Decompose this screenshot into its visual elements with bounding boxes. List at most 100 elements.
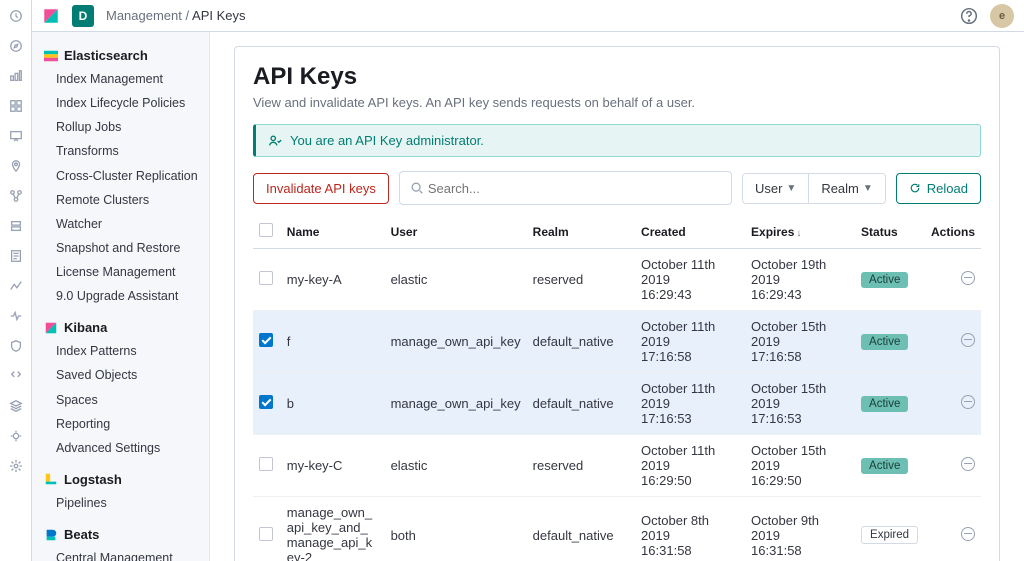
row-checkbox[interactable] xyxy=(259,457,273,471)
sidenav-item[interactable]: Advanced Settings xyxy=(38,436,209,460)
user-avatar[interactable]: e xyxy=(990,4,1014,28)
rail-icon-logs[interactable] xyxy=(8,248,24,264)
row-checkbox[interactable] xyxy=(259,527,273,541)
search-field[interactable] xyxy=(399,171,732,205)
breadcrumb-parent[interactable]: Management xyxy=(106,8,182,23)
rail-icon-monitoring[interactable] xyxy=(8,428,24,444)
rail-icon-canvas[interactable] xyxy=(8,128,24,144)
rail-icon-maps[interactable] xyxy=(8,158,24,174)
invalidate-row-icon[interactable] xyxy=(961,395,975,409)
breadcrumb: Management / API Keys xyxy=(106,8,246,23)
rail-icon-siem[interactable] xyxy=(8,338,24,354)
cell-realm: reserved xyxy=(527,435,635,497)
invalidate-row-icon[interactable] xyxy=(961,271,975,285)
cell-expires: October 15th 201917:16:53 xyxy=(745,373,855,435)
beats-icon xyxy=(44,528,58,542)
cell-expires: October 19th 201916:29:43 xyxy=(745,249,855,311)
cell-user: elastic xyxy=(385,435,527,497)
sidenav-item[interactable]: Pipelines xyxy=(38,491,209,515)
table-body: my-key-AelasticreservedOctober 11th 2019… xyxy=(253,249,981,561)
select-all-checkbox[interactable] xyxy=(259,223,273,237)
rail-icon-uptime[interactable] xyxy=(8,308,24,324)
sidenav-item[interactable]: Saved Objects xyxy=(38,363,209,387)
invalidate-row-icon[interactable] xyxy=(961,457,975,471)
cell-status: Active xyxy=(855,435,925,497)
space-badge[interactable]: D xyxy=(72,5,94,27)
rail-icon-stack[interactable] xyxy=(8,398,24,414)
row-checkbox[interactable] xyxy=(259,395,273,409)
sidenav-item[interactable]: 9.0 Upgrade Assistant xyxy=(38,284,209,308)
sidenav-item[interactable]: Index Management xyxy=(38,67,209,91)
sidenav-item[interactable]: Index Patterns xyxy=(38,339,209,363)
sidenav-item[interactable]: Index Lifecycle Policies xyxy=(38,91,209,115)
cell-expires: October 15th 201916:29:50 xyxy=(745,435,855,497)
nav-section-elasticsearch: Elasticsearch Index ManagementIndex Life… xyxy=(38,44,209,308)
cell-created: October 8th 201916:31:58 xyxy=(635,497,745,561)
sidenav-item[interactable]: Snapshot and Restore xyxy=(38,236,209,260)
filter-realm-button[interactable]: Realm▼ xyxy=(808,174,884,203)
invalidate-button[interactable]: Invalidate API keys xyxy=(253,173,389,204)
rail-icon-recent[interactable] xyxy=(8,8,24,24)
col-expires[interactable]: Expires↓ xyxy=(745,215,855,249)
sidenav-item[interactable]: Transforms xyxy=(38,139,209,163)
col-realm[interactable]: Realm xyxy=(527,215,635,249)
sidenav-item[interactable]: Cross-Cluster Replication xyxy=(38,164,209,188)
nav-section-beats: Beats Central Management xyxy=(38,523,209,561)
sidenav-item[interactable]: Rollup Jobs xyxy=(38,115,209,139)
sort-down-icon: ↓ xyxy=(796,228,801,239)
cell-status: Active xyxy=(855,249,925,311)
cell-realm: default_native xyxy=(527,373,635,435)
invalidate-row-icon[interactable] xyxy=(961,527,975,541)
col-actions: Actions xyxy=(925,215,981,249)
cell-name: b xyxy=(281,373,385,435)
row-checkbox[interactable] xyxy=(259,271,273,285)
rail-icon-apm[interactable] xyxy=(8,278,24,294)
table-row: fmanage_own_api_keydefault_nativeOctober… xyxy=(253,311,981,373)
nav-items-elasticsearch: Index ManagementIndex Lifecycle Policies… xyxy=(38,67,209,308)
cell-expires: October 9th 201916:31:58 xyxy=(745,497,855,561)
left-icon-rail xyxy=(0,0,32,561)
sidenav-item[interactable]: Reporting xyxy=(38,412,209,436)
rail-icon-management[interactable] xyxy=(8,458,24,474)
chevron-down-icon: ▼ xyxy=(786,183,796,194)
filter-user-button[interactable]: User▼ xyxy=(743,174,808,203)
sidenav-item[interactable]: Spaces xyxy=(38,388,209,412)
search-icon xyxy=(410,181,424,195)
nav-items-logstash: Pipelines xyxy=(38,491,209,515)
api-keys-table: Name User Realm Created Expires↓ Status … xyxy=(253,215,981,561)
cell-expires: October 15th 201917:16:58 xyxy=(745,311,855,373)
page-title: API Keys xyxy=(253,63,981,91)
nav-items-kibana: Index PatternsSaved ObjectsSpacesReporti… xyxy=(38,339,209,460)
chevron-down-icon: ▼ xyxy=(863,183,873,194)
rail-icon-infra[interactable] xyxy=(8,218,24,234)
col-created[interactable]: Created xyxy=(635,215,745,249)
col-status[interactable]: Status xyxy=(855,215,925,249)
cell-created: October 11th 201916:29:50 xyxy=(635,435,745,497)
cell-name: f xyxy=(281,311,385,373)
rail-icon-discover[interactable] xyxy=(8,38,24,54)
rail-icon-visualize[interactable] xyxy=(8,68,24,84)
col-name[interactable]: Name xyxy=(281,215,385,249)
management-sidenav: Elasticsearch Index ManagementIndex Life… xyxy=(32,32,210,561)
sidenav-item[interactable]: Watcher xyxy=(38,212,209,236)
help-icon[interactable] xyxy=(960,7,978,25)
rail-icon-dashboard[interactable] xyxy=(8,98,24,114)
toolbar: Invalidate API keys User▼ Realm▼ Reload xyxy=(253,171,981,205)
rail-icon-ml[interactable] xyxy=(8,188,24,204)
sidenav-item[interactable]: Remote Clusters xyxy=(38,188,209,212)
table-row: my-key-CelasticreservedOctober 11th 2019… xyxy=(253,435,981,497)
breadcrumb-current: API Keys xyxy=(192,8,245,23)
row-checkbox[interactable] xyxy=(259,333,273,347)
sidenav-item[interactable]: License Management xyxy=(38,260,209,284)
rail-icon-dev[interactable] xyxy=(8,368,24,384)
invalidate-row-icon[interactable] xyxy=(961,333,975,347)
sidenav-item[interactable]: Central Management xyxy=(38,546,209,561)
col-user[interactable]: User xyxy=(385,215,527,249)
nav-section-logstash: Logstash Pipelines xyxy=(38,468,209,515)
reload-button[interactable]: Reload xyxy=(896,173,981,204)
cell-created: October 11th 201917:16:58 xyxy=(635,311,745,373)
cell-status: Active xyxy=(855,373,925,435)
admin-callout: You are an API Key administrator. xyxy=(253,124,981,157)
search-input[interactable] xyxy=(424,175,721,202)
cell-status: Active xyxy=(855,311,925,373)
